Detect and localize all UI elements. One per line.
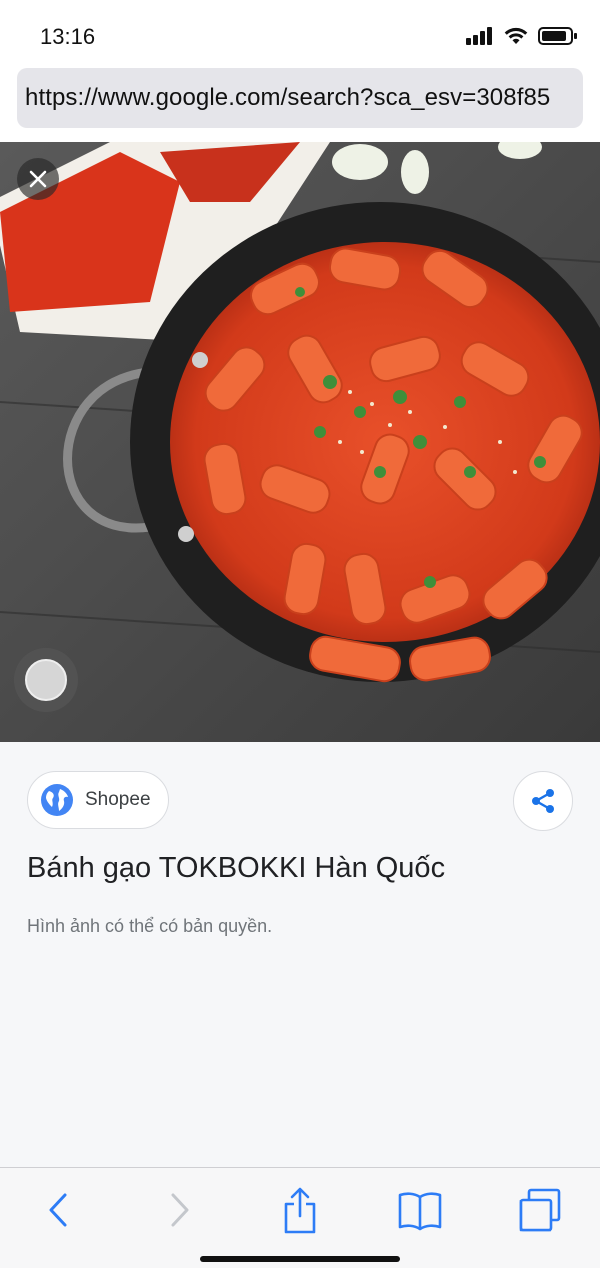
address-bar-area: https://www.google.com/search?sca_esv=30… bbox=[0, 64, 600, 142]
assistive-touch-icon bbox=[25, 659, 67, 701]
bookmarks-button[interactable] bbox=[392, 1182, 448, 1238]
source-name: Shopee bbox=[85, 789, 151, 810]
close-icon bbox=[29, 170, 47, 188]
browser-toolbar bbox=[0, 1167, 600, 1268]
book-icon bbox=[398, 1192, 442, 1231]
status-icons bbox=[466, 26, 578, 46]
source-chip[interactable]: Shopee bbox=[27, 771, 169, 829]
share-button[interactable] bbox=[513, 771, 573, 831]
share-up-icon bbox=[284, 1187, 316, 1234]
copyright-notice: Hình ảnh có thể có bản quyền. bbox=[27, 916, 273, 936]
tabs-icon bbox=[519, 1188, 561, 1232]
back-button[interactable] bbox=[30, 1182, 86, 1238]
tteokbokki-photo bbox=[0, 142, 600, 742]
wifi-icon bbox=[504, 27, 528, 44]
share-icon bbox=[532, 789, 554, 813]
chevron-left-icon bbox=[49, 1193, 67, 1227]
address-bar[interactable]: https://www.google.com/search?sca_esv=30… bbox=[17, 68, 583, 128]
url-text: https://www.google.com/search?sca_esv=30… bbox=[25, 84, 551, 111]
close-button[interactable] bbox=[17, 158, 59, 200]
forward-button[interactable] bbox=[152, 1182, 208, 1238]
battery-icon bbox=[538, 27, 577, 45]
browser-share-button[interactable] bbox=[272, 1182, 328, 1238]
signal-icon bbox=[466, 27, 492, 45]
status-time: 13:16 bbox=[40, 24, 96, 49]
home-indicator[interactable] bbox=[200, 1256, 400, 1262]
chevron-right-icon bbox=[171, 1193, 189, 1227]
assistive-touch-button[interactable] bbox=[14, 648, 78, 712]
preview-image bbox=[0, 142, 600, 742]
tabs-button[interactable] bbox=[512, 1182, 568, 1238]
image-title[interactable]: Bánh gạo TOKBOKKI Hàn Quốc bbox=[27, 852, 445, 885]
status-bar: 13:16 bbox=[0, 0, 600, 64]
globe-icon bbox=[41, 784, 73, 816]
